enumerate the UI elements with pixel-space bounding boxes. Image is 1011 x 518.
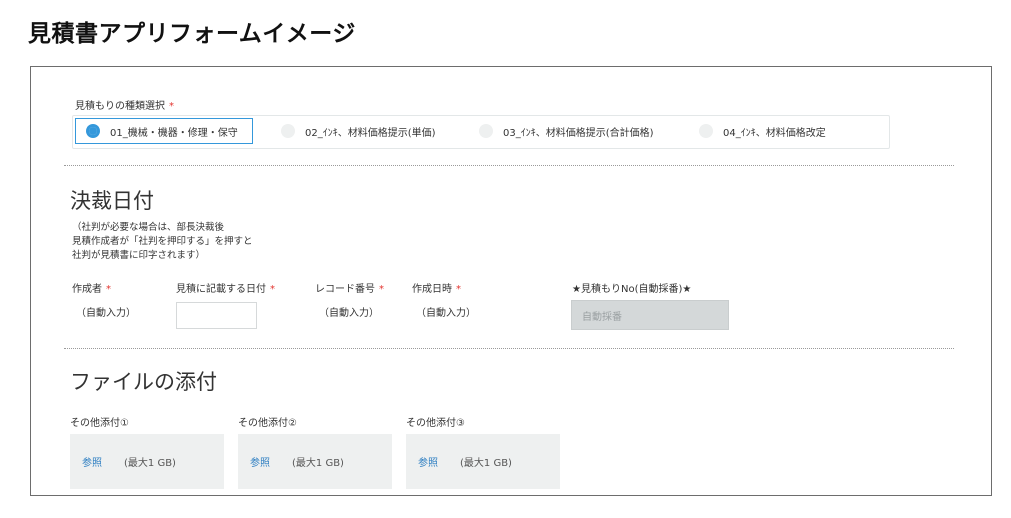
quote-type-option-label: 04_ｲﾝｷ、材料価格改定	[723, 127, 826, 139]
created-at-label: 作成日時 *	[412, 280, 461, 295]
creator-label: 作成者 *	[72, 280, 111, 295]
approval-note-line: （社判が必要な場合は、部長決裁後	[72, 222, 225, 233]
quote-date-input[interactable]	[176, 302, 257, 329]
approval-section-title: 決裁日付	[70, 189, 154, 213]
record-number-label: レコード番号 *	[315, 280, 384, 295]
attachment-3-browse-link[interactable]: 参照	[418, 454, 438, 469]
created-at-value: （自動入力）	[416, 308, 476, 319]
required-mark: *	[169, 101, 174, 112]
quote-type-option-03[interactable]: 03_ｲﾝｷ、材料価格提示(合計価格)	[469, 118, 679, 144]
section-divider	[64, 348, 954, 349]
attachment-1-browse-link[interactable]: 参照	[82, 454, 102, 469]
required-mark: *	[270, 284, 275, 295]
attachments-section-title: ファイルの添付	[70, 370, 217, 394]
radio-unselected-icon	[699, 124, 713, 138]
creator-label-text: 作成者	[72, 284, 102, 295]
attachment-2-label: その他添付②	[238, 418, 297, 429]
quote-type-option-label: 03_ｲﾝｷ、材料価格提示(合計価格)	[503, 127, 654, 139]
quote-no-label: ★見積もりNo(自動採番)★	[572, 284, 692, 295]
attachment-2-browse-link[interactable]: 参照	[250, 454, 270, 469]
attachment-1-limit: (最大1 GB)	[124, 458, 176, 469]
approval-note-line: 見積作成者が「社判を押印する」を押すと	[72, 236, 253, 247]
section-divider	[64, 165, 954, 166]
attachment-1-dropzone: 参照 (最大1 GB)	[70, 434, 224, 489]
approval-note: （社判が必要な場合は、部長決裁後 見積作成者が「社判を押印する」を押すと 社判が…	[72, 221, 253, 263]
approval-note-line: 社判が見積書に印字されます）	[72, 250, 206, 261]
radio-unselected-icon	[281, 124, 295, 138]
required-mark: *	[456, 284, 461, 295]
record-number-value: （自動入力）	[319, 308, 379, 319]
quote-type-option-04[interactable]: 04_ｲﾝｷ、材料価格改定	[689, 118, 869, 144]
record-number-label-text: レコード番号	[315, 284, 375, 295]
attachment-3-limit: (最大1 GB)	[460, 458, 512, 469]
attachment-2-limit: (最大1 GB)	[292, 458, 344, 469]
attachment-3-label: その他添付③	[406, 418, 465, 429]
quote-no-field: 自動採番	[571, 300, 729, 330]
quote-type-option-label: 02_ｲﾝｷ、材料価格提示(単価)	[305, 127, 436, 139]
quote-date-label-text: 見積に記載する日付	[176, 284, 266, 295]
quote-type-option-01[interactable]: 01_機械・機器・修理・保守	[75, 118, 253, 144]
creator-value: （自動入力）	[76, 308, 136, 319]
quote-type-option-label: 01_機械・機器・修理・保守	[110, 127, 238, 139]
attachment-3-dropzone: 参照 (最大1 GB)	[406, 434, 560, 489]
quote-type-radio-group: 01_機械・機器・修理・保守 02_ｲﾝｷ、材料価格提示(単価) 03_ｲﾝｷ、…	[72, 115, 890, 149]
created-at-label-text: 作成日時	[412, 284, 452, 295]
quote-type-label-text: 見積もりの種類選択	[75, 101, 165, 112]
required-mark: *	[106, 284, 111, 295]
radio-selected-icon	[86, 124, 100, 138]
quote-type-label: 見積もりの種類選択 *	[75, 97, 174, 112]
attachment-2-dropzone: 参照 (最大1 GB)	[238, 434, 392, 489]
required-mark: *	[379, 284, 384, 295]
quote-type-option-02[interactable]: 02_ｲﾝｷ、材料価格提示(単価)	[271, 118, 461, 144]
attachment-1-label: その他添付①	[70, 418, 129, 429]
quote-date-label: 見積に記載する日付 *	[176, 280, 275, 295]
page-title: 見積書アプリフォームイメージ	[28, 21, 356, 47]
radio-unselected-icon	[479, 124, 493, 138]
